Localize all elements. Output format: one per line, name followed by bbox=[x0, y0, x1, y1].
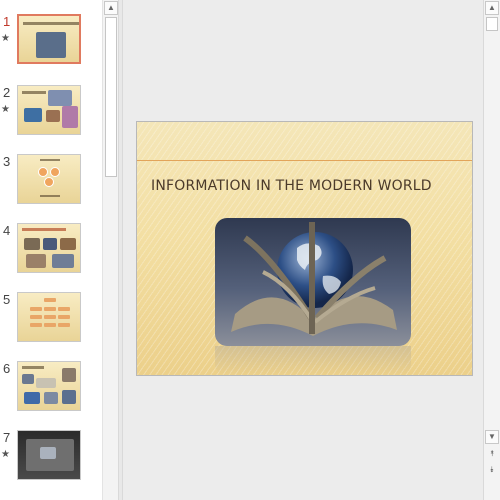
thumb-image bbox=[40, 447, 56, 459]
thumb-diagram-node bbox=[38, 167, 48, 177]
thumb-diagram-node bbox=[44, 177, 54, 187]
slide-title[interactable]: INFORMATION IN THE MODERN WORLD bbox=[151, 178, 471, 194]
thumb-image bbox=[36, 32, 66, 58]
thumb-title-line bbox=[22, 366, 44, 369]
presentation-editor: 1 ★ 2 ★ 3 4 5 6 7 ★ ▲ INFORMATION IN THE… bbox=[0, 0, 500, 500]
thumb-image bbox=[62, 390, 76, 404]
thumbnail-row-6[interactable]: 6 bbox=[0, 361, 100, 417]
thumb-diagram-box bbox=[30, 315, 42, 319]
thumb-image bbox=[46, 110, 60, 122]
thumb-image bbox=[24, 392, 40, 404]
slide-number: 1 bbox=[3, 14, 11, 29]
thumb-image bbox=[36, 378, 56, 388]
thumb-image bbox=[24, 238, 40, 250]
animation-star-icon: ★ bbox=[1, 449, 10, 460]
thumbnail-row-3[interactable]: 3 bbox=[0, 154, 100, 210]
scrollbar-thumb[interactable] bbox=[105, 17, 117, 177]
thumbnail-row-5[interactable]: 5 bbox=[0, 292, 100, 348]
slide-thumbnail[interactable] bbox=[17, 361, 81, 411]
previous-slide-button[interactable]: ⯭ bbox=[485, 448, 499, 462]
thumb-image bbox=[48, 90, 72, 106]
thumb-caption-line bbox=[40, 195, 60, 197]
thumb-image bbox=[60, 238, 76, 250]
thumb-image bbox=[44, 392, 58, 404]
thumbnail-scrollbar[interactable]: ▲ bbox=[102, 0, 118, 500]
scrollbar-thumb[interactable] bbox=[486, 17, 498, 31]
thumb-diagram-box bbox=[58, 307, 70, 311]
slide-thumbnail[interactable] bbox=[17, 154, 81, 204]
scroll-up-button[interactable]: ▲ bbox=[104, 1, 118, 15]
slide-number: 2 bbox=[3, 85, 11, 100]
thumb-diagram-node bbox=[50, 167, 60, 177]
thumb-title-line bbox=[40, 159, 60, 161]
thumb-image bbox=[52, 254, 74, 268]
chevron-down-icon: ▼ bbox=[488, 432, 496, 441]
accent-line bbox=[137, 160, 472, 161]
thumb-image bbox=[22, 374, 34, 384]
slide-number: 6 bbox=[3, 361, 11, 376]
thumb-diagram-box bbox=[44, 298, 56, 302]
thumb-diagram-box bbox=[58, 315, 70, 319]
slide-number: 3 bbox=[3, 154, 11, 169]
editor-scrollbar[interactable]: ▲ ▼ ⯭ ⯯ bbox=[483, 0, 500, 500]
thumb-image bbox=[62, 368, 76, 382]
thumb-diagram-box bbox=[58, 323, 70, 327]
scroll-up-button[interactable]: ▲ bbox=[485, 1, 499, 15]
thumbnail-row-7[interactable]: 7 ★ bbox=[0, 430, 100, 486]
thumb-title-line bbox=[22, 228, 66, 231]
slide-thumbnail[interactable] bbox=[17, 430, 81, 480]
thumb-title-line bbox=[23, 22, 79, 25]
book-globe-illustration bbox=[231, 222, 397, 336]
thumb-diagram-box bbox=[30, 307, 42, 311]
thumb-image bbox=[62, 106, 78, 128]
slide-editor: INFORMATION IN THE MODERN WORLD bbox=[123, 0, 483, 500]
thumb-image bbox=[24, 108, 42, 122]
thumb-diagram-box bbox=[44, 323, 56, 327]
slide-thumbnail[interactable] bbox=[17, 85, 81, 135]
thumb-diagram-box bbox=[44, 315, 56, 319]
thumb-image bbox=[43, 238, 57, 250]
chevron-up-icon: ▲ bbox=[488, 3, 496, 12]
slide-number: 5 bbox=[3, 292, 11, 307]
next-slide-button[interactable]: ⯯ bbox=[485, 464, 499, 478]
current-slide[interactable]: INFORMATION IN THE MODERN WORLD bbox=[136, 121, 473, 376]
animation-star-icon: ★ bbox=[1, 104, 10, 115]
thumb-image bbox=[26, 254, 46, 268]
scroll-down-button[interactable]: ▼ bbox=[485, 430, 499, 444]
double-chevron-up-icon: ⯭ bbox=[489, 449, 495, 458]
slide-thumbnail-pane: 1 ★ 2 ★ 3 4 5 6 7 ★ bbox=[0, 0, 102, 500]
double-chevron-down-icon: ⯯ bbox=[489, 465, 495, 474]
slide-number: 7 bbox=[3, 430, 11, 445]
photo-reflection bbox=[215, 346, 411, 375]
thumbnail-row-4[interactable]: 4 bbox=[0, 223, 100, 279]
thumbnail-row-2[interactable]: 2 ★ bbox=[0, 85, 100, 141]
thumb-title-line bbox=[22, 91, 46, 94]
thumbnail-row-1[interactable]: 1 ★ bbox=[0, 14, 100, 70]
animation-star-icon: ★ bbox=[1, 33, 10, 44]
thumb-diagram-box bbox=[44, 307, 56, 311]
book-globe-photo[interactable] bbox=[215, 218, 411, 346]
chevron-up-icon: ▲ bbox=[107, 3, 115, 12]
slide-thumbnail[interactable] bbox=[17, 292, 81, 342]
slide-thumbnail[interactable] bbox=[17, 223, 81, 273]
slide-thumbnail[interactable] bbox=[17, 14, 81, 64]
thumb-diagram-box bbox=[30, 323, 42, 327]
slide-number: 4 bbox=[3, 223, 11, 238]
